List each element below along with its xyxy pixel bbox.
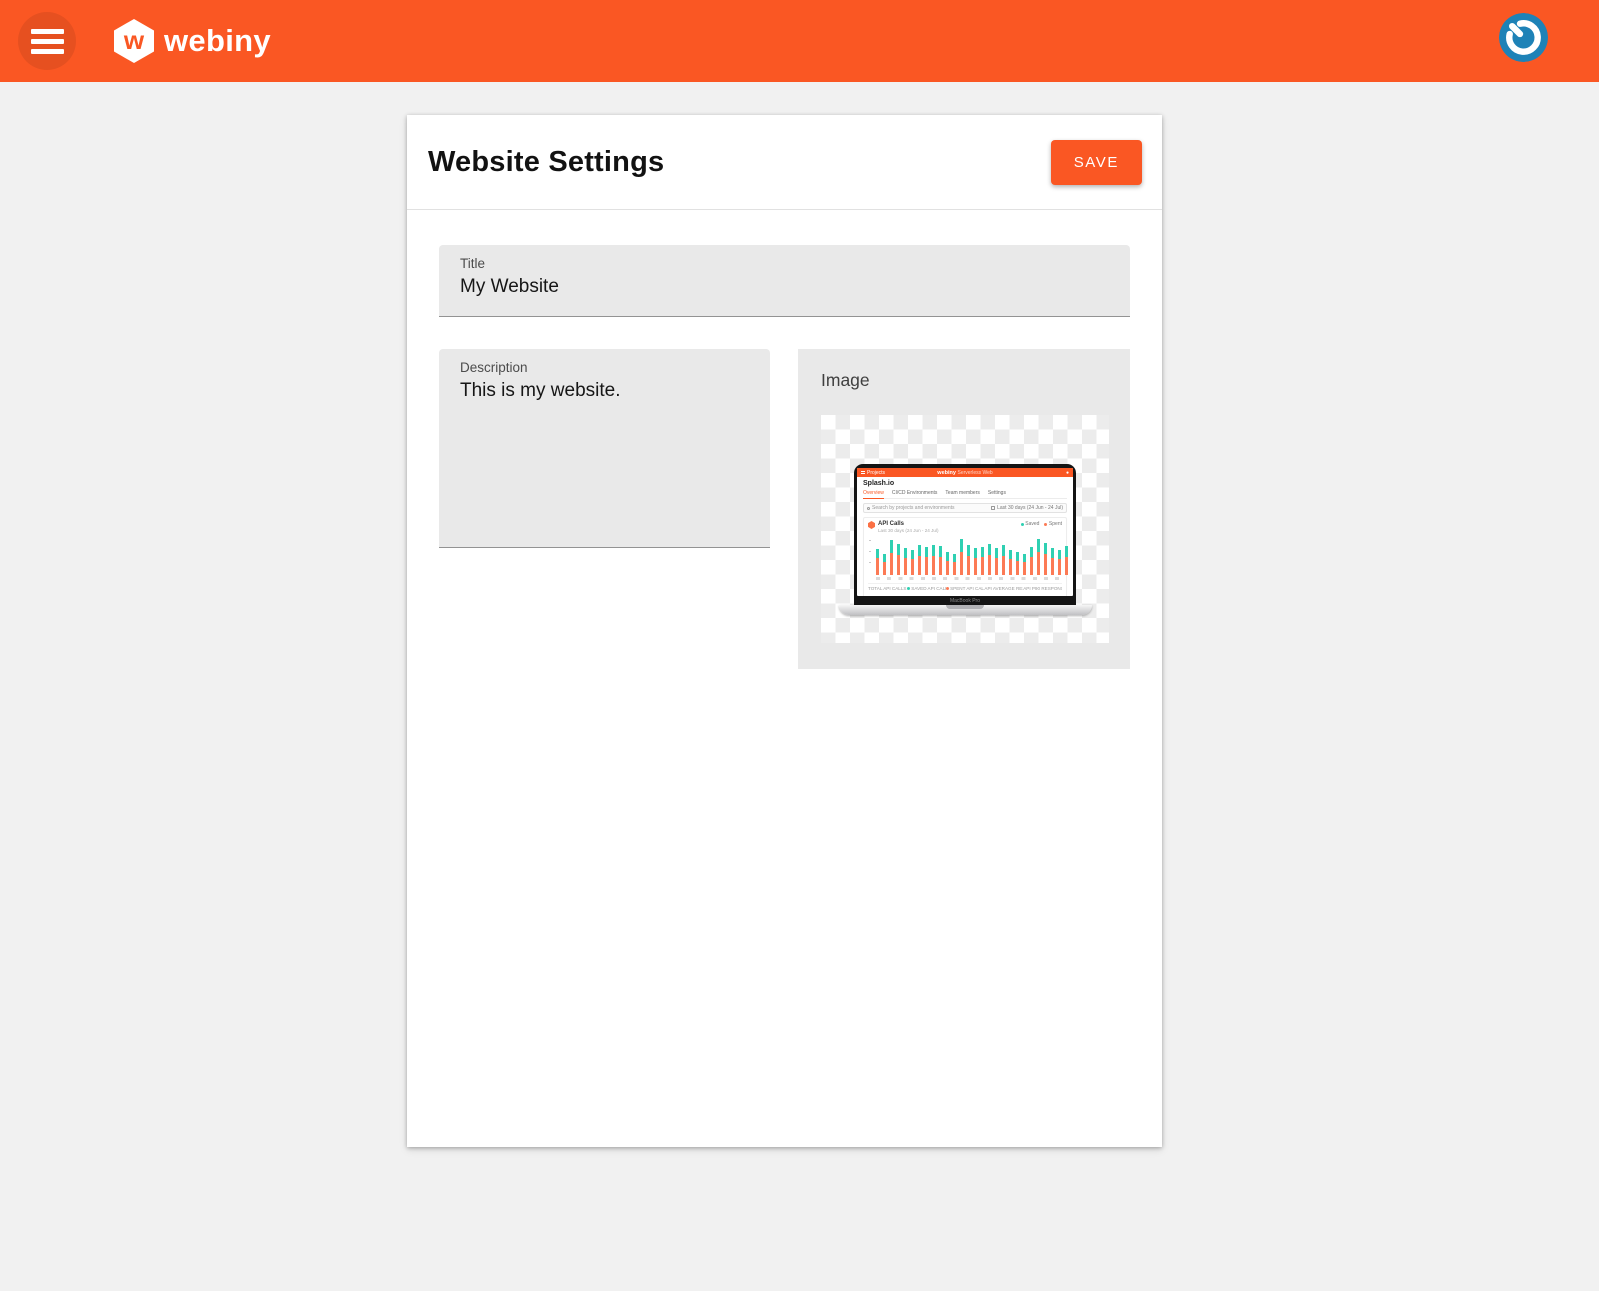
mini-stacked-bar — [1030, 547, 1033, 575]
form-row: Description This is my website. Image Pr… — [439, 349, 1130, 669]
mini-stacked-bar — [967, 545, 970, 575]
mini-tab: Team members — [945, 490, 979, 496]
save-button[interactable]: SAVE — [1051, 140, 1142, 185]
title-field-label: Title — [460, 256, 1110, 271]
mini-stacked-bar — [883, 554, 886, 575]
mini-stacked-bar — [1065, 546, 1068, 575]
mini-stacked-bar — [897, 544, 900, 575]
mini-tabs: Overview CI/CD Environments Team members Se… — [863, 490, 1067, 499]
mini-hamburger-icon — [861, 471, 865, 474]
mini-stacked-bar — [1009, 550, 1012, 575]
page-title: Website Settings — [428, 146, 664, 179]
mini-stacked-bar — [876, 549, 879, 575]
mini-chart-card: API Calls Last 30 days (24 Jun - 24 Jul)… — [863, 517, 1067, 596]
image-field: Image Projects webiny Serverless Web ● — [798, 349, 1130, 669]
mini-stat: TOTAL API CALLS 94,342 — [868, 586, 907, 596]
mini-stacked-bar — [1002, 545, 1005, 575]
mini-stacked-bar — [932, 545, 935, 575]
settings-form: Title Description This is my website. Im… — [407, 210, 1162, 669]
mini-bar-chart — [868, 537, 1062, 575]
mini-stacked-bar — [1058, 550, 1061, 575]
mini-stacked-bar — [1023, 554, 1026, 575]
mini-date-range: Last 30 days (24 Jun - 24 Jul) — [991, 505, 1063, 511]
hamburger-icon — [31, 29, 64, 34]
macbook-label: MacBook Pro — [854, 598, 1076, 604]
user-avatar[interactable] — [1499, 13, 1548, 62]
mini-stacked-bar — [1051, 548, 1054, 575]
mini-stat: SPENT API CALLS 69,379 — [946, 586, 985, 596]
website-settings-card: Website Settings SAVE Title Description … — [407, 115, 1162, 1147]
description-field-label: Description — [460, 360, 750, 375]
webiny-wordmark: webiny — [164, 23, 271, 59]
mini-stacked-bar — [946, 552, 949, 575]
mini-topbar: Projects webiny Serverless Web ● — [857, 468, 1073, 477]
laptop-mockup-image: Projects webiny Serverless Web ● Splash.… — [839, 464, 1092, 615]
description-textarea[interactable]: This is my website. — [460, 380, 750, 530]
mini-stats-row: TOTAL API CALLS 94,342 SAVED API CALLS 2… — [868, 583, 1062, 596]
mini-tab: CI/CD Environments — [892, 490, 938, 496]
image-upload-preview[interactable]: Projects webiny Serverless Web ● Splash.… — [821, 415, 1109, 643]
mini-dashboard: Projects webiny Serverless Web ● Splash.… — [857, 468, 1073, 596]
card-header: Website Settings SAVE — [407, 115, 1162, 210]
mini-stacked-bar — [1044, 543, 1047, 575]
mini-stacked-bar — [1037, 539, 1040, 575]
mini-stacked-bar — [995, 548, 998, 575]
mini-project-title: Splash.io — [863, 480, 1067, 487]
mini-user: ● — [1066, 470, 1069, 476]
gravatar-power-icon — [1499, 13, 1548, 62]
image-field-label: Image — [821, 370, 1109, 391]
mini-x-axis-labels — [876, 577, 1062, 580]
title-field[interactable]: Title — [439, 245, 1130, 317]
webiny-hexagon-icon: w — [114, 19, 154, 63]
mini-stacked-bar — [960, 539, 963, 575]
mini-chart-legend: SavedSpent — [1021, 521, 1062, 527]
mini-search-bar: Search by projects and environments Last… — [863, 503, 1067, 513]
mini-stacked-bar — [925, 547, 928, 575]
mini-calendar-icon — [991, 506, 995, 510]
laptop-screen: Projects webiny Serverless Web ● Splash.… — [854, 464, 1076, 605]
mini-stacked-bar — [988, 544, 991, 575]
laptop-base — [839, 605, 1092, 615]
hamburger-menu-button[interactable] — [18, 12, 76, 70]
mini-stat: API AVERAGE RESPONSE TIME 563ms — [984, 586, 1023, 596]
mini-stacked-bar — [974, 548, 977, 575]
mini-stacked-bar — [904, 548, 907, 575]
mini-api-calls-icon — [868, 521, 875, 529]
mini-stacked-bar — [911, 550, 914, 575]
webiny-logo: w webiny — [114, 19, 271, 63]
mini-tab: Overview — [863, 490, 884, 499]
mini-stacked-bar — [939, 546, 942, 575]
mini-stacked-bar — [953, 554, 956, 575]
title-input[interactable] — [460, 276, 1110, 298]
mini-stacked-bar — [981, 547, 984, 575]
top-app-bar: w webiny — [0, 0, 1599, 82]
mini-stat: SAVED API CALLS 24,945 — [907, 586, 946, 596]
mini-search-icon — [867, 507, 870, 510]
mini-tab: Settings — [988, 490, 1006, 496]
mini-stacked-bar — [1016, 552, 1019, 575]
mini-stat: API P90 RESPONSE TIME 769ms — [1023, 586, 1062, 596]
description-field[interactable]: Description This is my website. — [439, 349, 770, 548]
mini-stacked-bar — [918, 545, 921, 575]
mini-stacked-bar — [890, 540, 893, 575]
